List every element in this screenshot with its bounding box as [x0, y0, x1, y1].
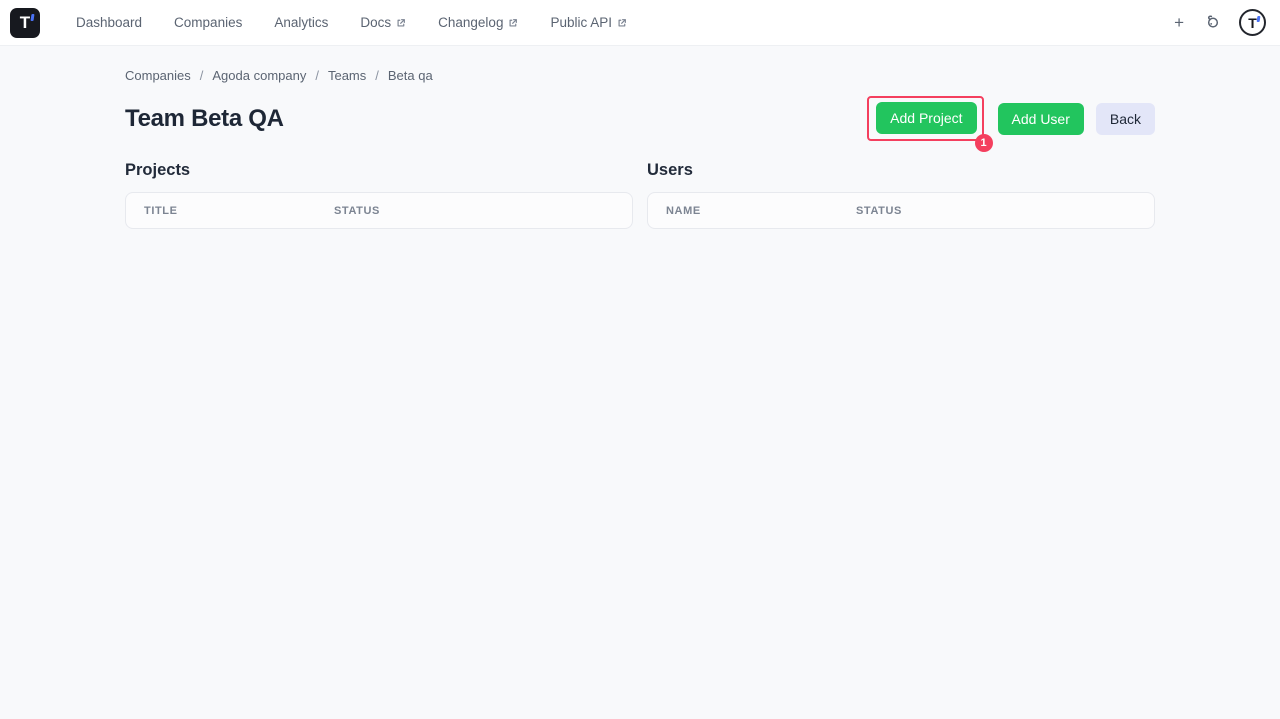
nav-item-analytics[interactable]: Analytics — [258, 0, 344, 46]
users-table: Name Status — [647, 192, 1155, 229]
users-heading: Users — [647, 161, 693, 179]
projects-table: Title Status — [125, 192, 633, 229]
add-project-button[interactable]: Add Project — [876, 102, 977, 134]
nav-item-public-api[interactable]: Public API — [534, 0, 643, 46]
search-button[interactable] — [1204, 13, 1221, 33]
page-title: Team Beta QA — [125, 104, 284, 132]
users-column-name: Name — [666, 204, 701, 217]
top-navbar: T Dashboard Companies Analytics Docs Cha… — [0, 0, 1280, 46]
nav-item-label: Changelog — [438, 15, 504, 30]
projects-column-status: Status — [334, 204, 380, 217]
nav-item-label: Dashboard — [76, 15, 143, 30]
breadcrumb-separator: / — [315, 68, 319, 83]
page-header: Team Beta QA Add Project 1 Add User Back — [125, 96, 1155, 152]
nav-item-label: Analytics — [274, 15, 329, 30]
panels-grid: Projects Title Status Users Name Status — [125, 161, 1155, 229]
header-actions: Add Project 1 Add User Back — [867, 96, 1155, 152]
projects-section: Projects Title Status — [125, 161, 633, 229]
external-link-icon — [617, 18, 627, 28]
nav-item-changelog[interactable]: Changelog — [422, 0, 534, 46]
nav-item-docs[interactable]: Docs — [344, 0, 422, 46]
users-column-status: Status — [856, 204, 902, 217]
main-content: Companies / Agoda company / Teams / Beta… — [125, 46, 1155, 229]
projects-column-title: Title — [144, 204, 178, 217]
annotation-step-badge: 1 — [974, 134, 993, 152]
breadcrumb-separator: / — [199, 68, 204, 83]
nav-item-label: Docs — [360, 15, 392, 30]
avatar-letter: T — [1248, 14, 1257, 31]
nav-item-dashboard[interactable]: Dashboard — [60, 0, 158, 46]
avatar-accent-mark — [1256, 16, 1260, 22]
nav-item-label: Public API — [550, 15, 612, 30]
user-avatar[interactable]: T — [1239, 9, 1266, 36]
navbar-right-group: + T — [1172, 9, 1266, 36]
app-logo[interactable]: T — [10, 7, 40, 38]
back-button[interactable]: Back — [1095, 102, 1155, 135]
add-project-annotation-wrapper: Add Project 1 — [867, 96, 993, 152]
breadcrumb-companies[interactable]: Companies — [125, 68, 191, 83]
breadcrumb-beta-qa[interactable]: Beta qa — [388, 68, 433, 83]
quick-add-button[interactable]: + — [1172, 12, 1186, 33]
logo-letter: T — [19, 13, 31, 32]
breadcrumb-separator: / — [375, 68, 379, 83]
add-user-button[interactable]: Add User — [997, 102, 1084, 135]
nav-item-companies[interactable]: Companies — [158, 0, 258, 46]
projects-heading: Projects — [125, 161, 191, 179]
external-link-icon — [508, 18, 518, 28]
search-icon — [1204, 13, 1221, 33]
logo-accent-mark — [30, 13, 35, 21]
users-section: Users Name Status — [647, 161, 1155, 229]
breadcrumb: Companies / Agoda company / Teams / Beta… — [125, 68, 1155, 83]
breadcrumb-agoda-company[interactable]: Agoda company — [212, 68, 306, 83]
external-link-icon — [396, 18, 406, 28]
main-navigation: Dashboard Companies Analytics Docs Chang… — [60, 0, 643, 46]
nav-item-label: Companies — [174, 15, 243, 30]
breadcrumb-teams[interactable]: Teams — [328, 68, 366, 83]
